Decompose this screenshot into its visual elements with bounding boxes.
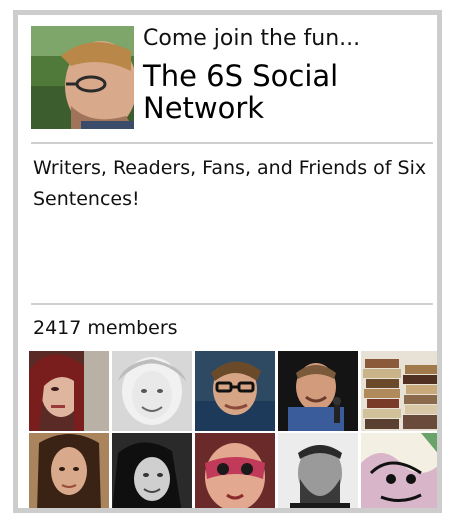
- member-photo-man-glasses-icon: [195, 351, 275, 431]
- member-photo-woman-long-hair-icon: [29, 433, 109, 508]
- member-photo-comic-art-icon: [361, 433, 437, 508]
- member-tile[interactable]: [112, 433, 192, 508]
- divider: [31, 142, 433, 144]
- member-tile[interactable]: [29, 351, 109, 431]
- network-title[interactable]: The 6S Social Network: [143, 60, 433, 124]
- divider: [31, 303, 433, 305]
- network-description: Writers, Readers, Fans, and Friends of S…: [33, 157, 427, 210]
- member-tile[interactable]: [278, 351, 358, 431]
- member-photo-woman-bw-smiling-icon: [112, 433, 192, 508]
- member-photo-man-bw-beard-icon: [278, 433, 358, 508]
- avatar-photo-icon: [31, 26, 134, 129]
- badge-header: Come join the fun... The 6S Social Netwo…: [31, 26, 436, 130]
- member-photo-man-speaking-icon: [278, 351, 358, 431]
- tagline: Come join the fun...: [143, 26, 361, 51]
- member-tile[interactable]: [29, 433, 109, 508]
- member-count[interactable]: 2417 members: [33, 317, 178, 339]
- network-badge: Come join the fun... The 6S Social Netwo…: [13, 10, 442, 513]
- member-photo-blonde-woman-bw-icon: [112, 351, 192, 431]
- member-tile[interactable]: [112, 351, 192, 431]
- member-grid: [29, 351, 437, 508]
- member-tile[interactable]: [361, 433, 437, 508]
- member-tile[interactable]: [195, 433, 275, 508]
- member-photo-mask-red-icon: [195, 433, 275, 508]
- member-tile[interactable]: [278, 433, 358, 508]
- member-photo-woman-red-hair-icon: [29, 351, 109, 431]
- member-photo-stacked-books-icon: [361, 351, 437, 431]
- member-tile[interactable]: [361, 351, 437, 431]
- member-tile[interactable]: [195, 351, 275, 431]
- network-avatar[interactable]: [31, 26, 134, 129]
